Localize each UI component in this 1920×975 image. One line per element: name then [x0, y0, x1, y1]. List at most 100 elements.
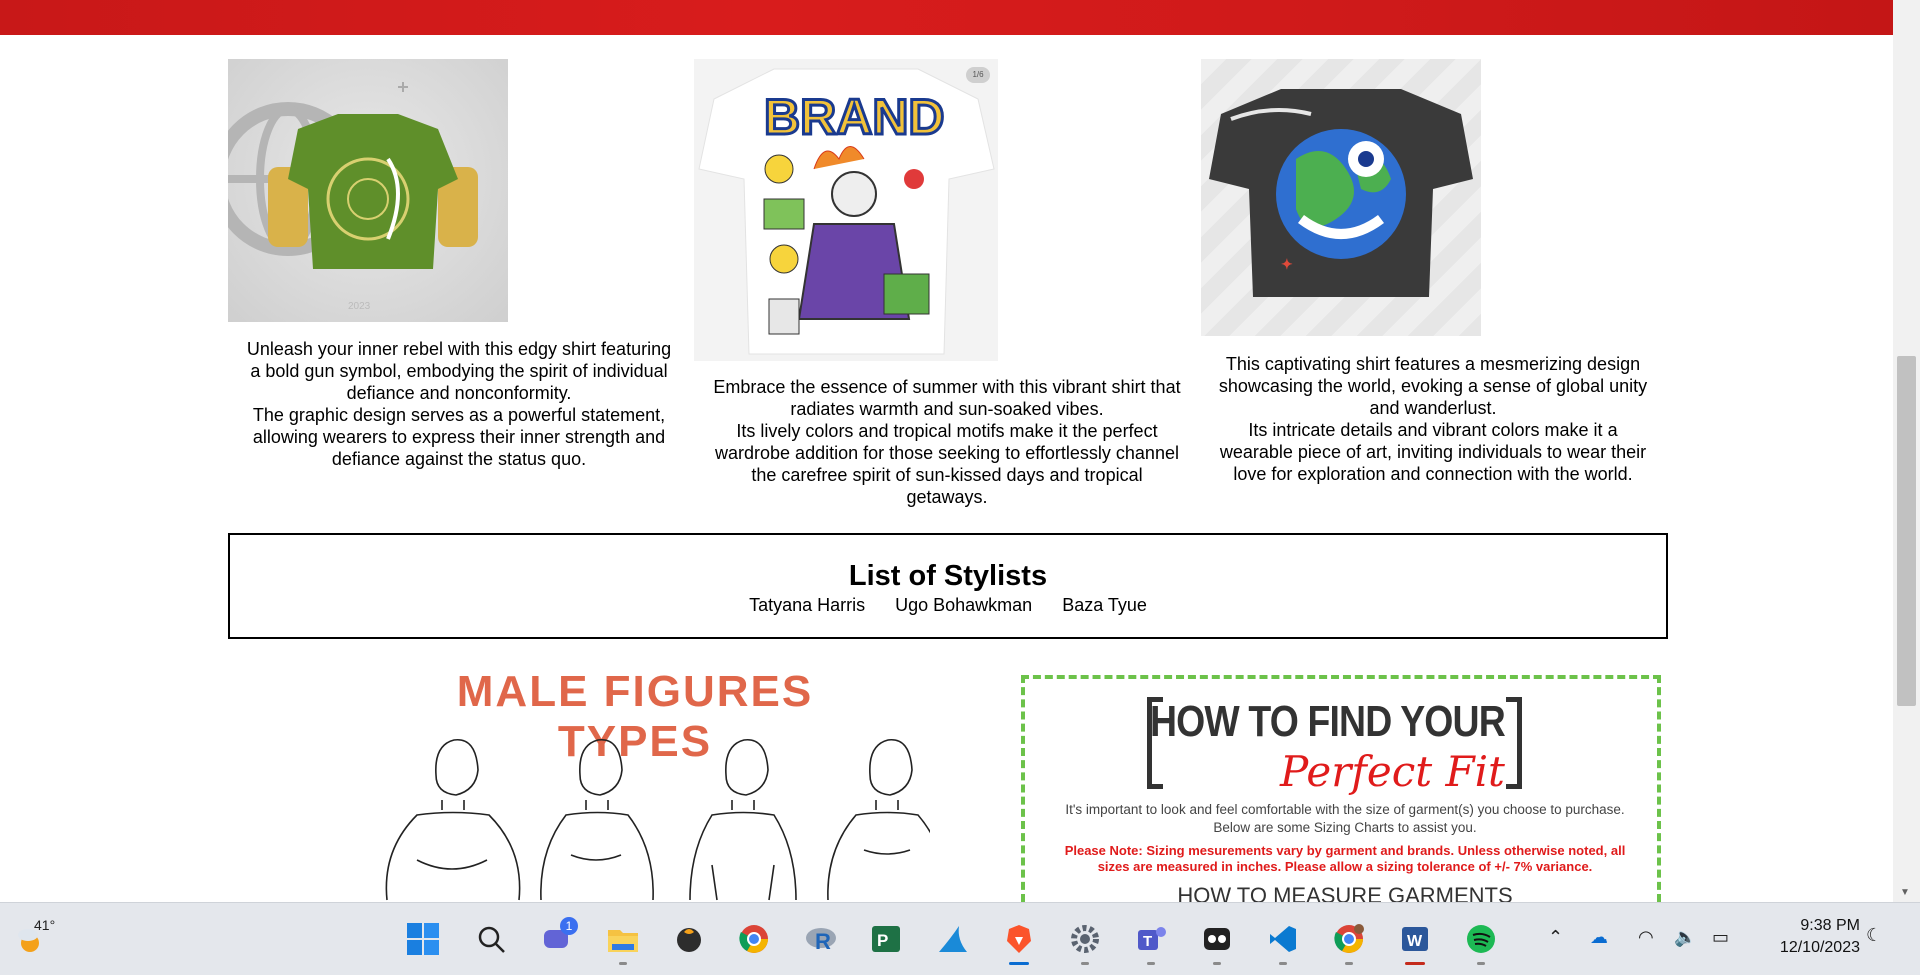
- stylist-name: Ugo Bohawkman: [895, 595, 1033, 615]
- taskbar: 41° 1 R P T W ⌃ ☁ ◠ 🔈 ▭ 9:38 PM 12/10/20…: [0, 902, 1920, 975]
- scroll-down-arrow-icon[interactable]: ▼: [1900, 887, 1910, 898]
- product-image-brand-shirt[interactable]: BRAND 1/6: [694, 59, 998, 361]
- running-indicator: [619, 962, 627, 965]
- shark-app-button[interactable]: [933, 919, 973, 959]
- onedrive-icon[interactable]: ☁: [1590, 927, 1608, 948]
- gear-icon: [1071, 925, 1099, 953]
- movie-icon: [1204, 928, 1230, 950]
- settings-button[interactable]: [1065, 919, 1105, 965]
- brave-button[interactable]: [999, 919, 1039, 965]
- file-explorer-button[interactable]: [603, 919, 643, 965]
- vscode-icon: [1270, 926, 1296, 952]
- vertical-scrollbar[interactable]: ▼: [1893, 0, 1920, 902]
- vscode-button[interactable]: [1263, 919, 1303, 965]
- stylist-name: Tatyana Harris: [749, 595, 866, 615]
- description-line: defiance and nonconformity.: [346, 383, 572, 403]
- stylists-title: List of Stylists: [848, 560, 1048, 592]
- running-indicator: [1081, 962, 1089, 965]
- description-line: Its intricate details and vibrant colors…: [1248, 420, 1618, 440]
- svg-text:P: P: [877, 931, 888, 950]
- product-description: Embrace the essence of summer with this …: [696, 376, 1198, 508]
- image-watermark: 2023: [348, 301, 371, 312]
- description-line: allowing wearers to express their inner …: [252, 427, 666, 447]
- wifi-icon[interactable]: ◠: [1638, 927, 1654, 948]
- description-line: radiates warmth and sun-soaked vibes.: [790, 399, 1104, 419]
- description-line: Its lively colors and tropical motifs ma…: [736, 421, 1158, 441]
- measure-heading: HOW TO MEASURE GARMENTS: [1177, 883, 1513, 902]
- running-indicator: [1279, 962, 1287, 965]
- shark-fin-icon: [939, 926, 967, 952]
- description-line: showcasing the world, evoking a sense of…: [1218, 376, 1648, 396]
- brave-icon: [1007, 925, 1031, 953]
- header-banner: [0, 0, 1893, 35]
- spotify-icon: [1467, 925, 1495, 953]
- volume-icon[interactable]: 🔈: [1674, 927, 1696, 948]
- description-line: defiance against the status quo.: [331, 449, 587, 469]
- description-line: This captivating shirt features a mesmer…: [1225, 354, 1641, 374]
- description-line: getaways.: [906, 487, 988, 507]
- windows-icon: [407, 923, 439, 955]
- chrome-icon: [739, 925, 768, 953]
- chevron-up-icon[interactable]: ⌃: [1548, 927, 1563, 948]
- r-icon: R: [806, 928, 836, 954]
- running-indicator: [1213, 962, 1221, 965]
- bracket-right: [1506, 697, 1522, 789]
- start-button[interactable]: [403, 919, 443, 959]
- imovie-button[interactable]: [1197, 919, 1237, 965]
- stylist-name: Baza Tyue: [1062, 595, 1147, 615]
- fit-script-title: Perfect Fit: [1280, 747, 1505, 796]
- body-type-figures: [385, 739, 930, 901]
- clock-time: 9:38 PM: [1800, 917, 1860, 934]
- running-indicator: [1345, 962, 1353, 965]
- scroll-thumb[interactable]: [1897, 356, 1916, 706]
- fit-title: HOW TO FIND YOUR: [1150, 697, 1506, 746]
- teams-chat-button[interactable]: 1: [536, 917, 578, 959]
- brand-shirt-graphic: BRAND: [698, 68, 995, 355]
- teams-button[interactable]: T: [1131, 919, 1171, 965]
- notification-icon[interactable]: ☾: [1866, 925, 1882, 946]
- intro-line: It's important to look and feel comforta…: [1065, 802, 1625, 817]
- search-icon: [478, 926, 505, 953]
- clock[interactable]: 9:38 PM 12/10/2023: [1780, 915, 1860, 959]
- product-image-gun-shirt[interactable]: 2023: [228, 59, 508, 322]
- chrome-button[interactable]: [734, 919, 774, 959]
- description-line: love for exploration and connection with…: [1233, 464, 1633, 484]
- svg-text:R: R: [815, 929, 831, 954]
- folder-icon: [608, 930, 638, 952]
- product-description: This captivating shirt features a mesmer…: [1203, 353, 1663, 485]
- product-description: Unleash your inner rebel with this edgy …: [228, 338, 690, 470]
- world-shirt-graphic: ✦: [1209, 89, 1473, 297]
- description-line: Embrace the essence of summer with this …: [713, 377, 1181, 397]
- active-indicator: [1009, 962, 1029, 965]
- r-button[interactable]: R: [801, 919, 841, 959]
- project-icon: P: [872, 926, 900, 952]
- teams-icon: T: [1138, 927, 1166, 950]
- description-line: The graphic design serves as a powerful …: [252, 405, 666, 425]
- clock-date: 12/10/2023: [1779, 939, 1860, 956]
- running-indicator: [1147, 962, 1155, 965]
- chrome-profile-button[interactable]: [1329, 919, 1369, 965]
- intro-line: Below are some Sizing Charts to assist y…: [1213, 820, 1477, 835]
- description-line: and wanderlust.: [1369, 398, 1497, 418]
- fit-note: Please Note: Sizing mesurements vary by …: [1045, 843, 1645, 875]
- fit-intro: It's important to look and feel comforta…: [1045, 801, 1645, 837]
- notification-badge: 1: [560, 917, 578, 935]
- fruit-icon: [677, 928, 701, 952]
- project-button[interactable]: P: [866, 919, 906, 959]
- male-figures-image: MALE FIGURES TYPES: [340, 655, 930, 902]
- product-image-world-shirt[interactable]: ✦: [1201, 59, 1481, 336]
- svg-text:W: W: [1407, 933, 1423, 950]
- word-button[interactable]: W: [1395, 919, 1435, 965]
- note-line: Please Note: Sizing mesurements vary by …: [1064, 843, 1626, 858]
- svg-text:T: T: [1143, 933, 1152, 950]
- battery-icon[interactable]: ▭: [1712, 927, 1729, 948]
- description-line: a bold gun symbol, embodying the spirit …: [250, 361, 668, 381]
- search-button[interactable]: [471, 919, 511, 959]
- description-line: the carefree spirit of sun-kissed days a…: [751, 465, 1143, 485]
- chrome-icon: [1334, 924, 1364, 953]
- spotify-button[interactable]: [1461, 919, 1501, 965]
- note-line: sizes are measured in inches. Please all…: [1097, 859, 1593, 874]
- stylist-list: Tatyana Harris Ugo Bohawkman Baza Tyue: [230, 595, 1666, 616]
- fl-studio-button[interactable]: [669, 919, 709, 959]
- brand-text: BRAND: [764, 89, 945, 145]
